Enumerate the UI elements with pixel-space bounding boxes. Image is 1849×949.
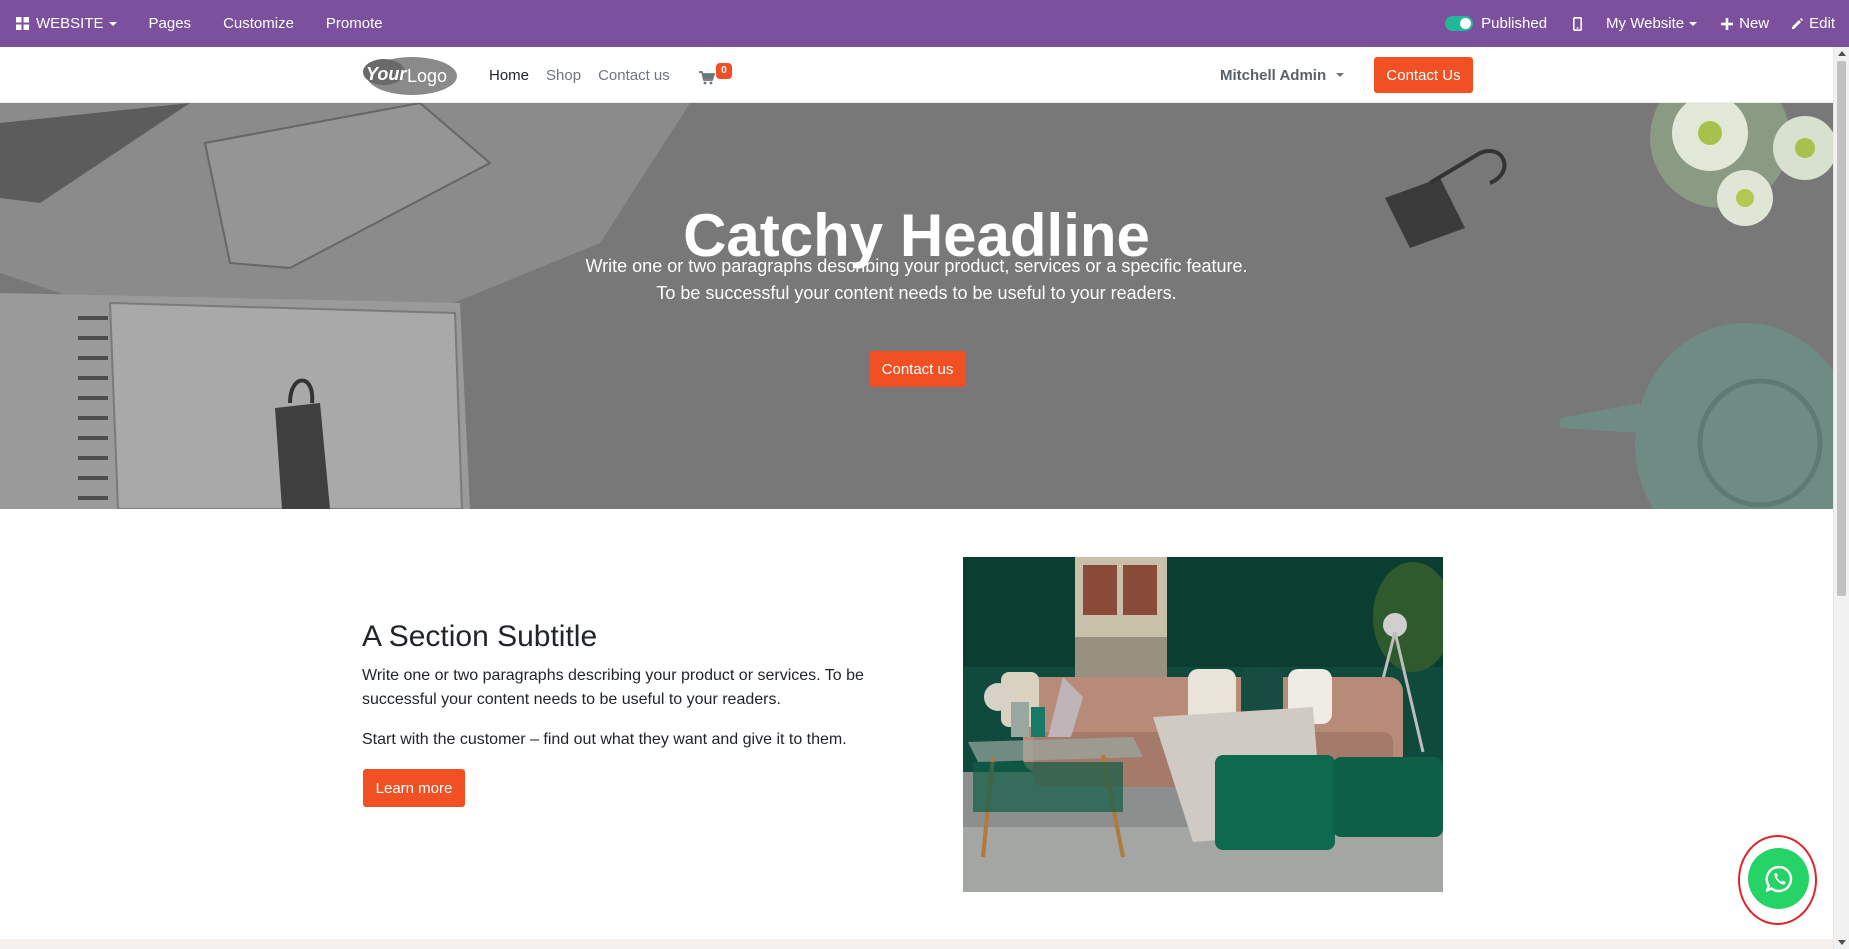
plus-icon [1721, 17, 1734, 30]
admin-bar: WEBSITE Pages Customize Promote Publishe… [0, 0, 1849, 47]
edit-label: Edit [1809, 15, 1835, 32]
chevron-down-icon [1689, 21, 1698, 26]
nav-link-shop[interactable]: Shop [546, 67, 581, 84]
cart-count-badge: 0 [716, 63, 732, 79]
hero-banner: Catchy Headline Write one or two paragra… [0, 103, 1833, 509]
user-menu[interactable]: Mitchell Admin [1220, 47, 1345, 103]
grid-icon [16, 17, 29, 30]
my-website-label: My Website [1606, 15, 1685, 32]
chevron-down-icon [1336, 73, 1345, 77]
nav-link-home[interactable]: Home [489, 67, 529, 84]
next-section-edge [0, 939, 1833, 949]
living-room-image [963, 557, 1443, 892]
page-scrollbar[interactable] [1833, 47, 1849, 949]
scroll-thumb[interactable] [1837, 61, 1846, 596]
new-button[interactable]: New [1709, 0, 1781, 47]
edit-button[interactable]: Edit [1781, 0, 1849, 47]
scroll-down-arrow-icon[interactable] [1838, 940, 1846, 945]
svg-text:Logo: Logo [407, 66, 447, 86]
published-toggle[interactable]: Published [1429, 0, 1561, 47]
scroll-up-arrow-icon[interactable] [1838, 51, 1846, 56]
website-menu-label: WEBSITE [36, 15, 104, 32]
site-logo[interactable]: Your Logo [362, 55, 458, 96]
learn-more-button[interactable]: Learn more [363, 769, 465, 807]
section-paragraph-1: Write one or two paragraphs describing y… [362, 667, 864, 708]
svg-text:Your: Your [366, 64, 407, 84]
cart-link[interactable]: 0 [699, 63, 733, 88]
hero-contact-button[interactable]: Contact us [869, 351, 966, 387]
pages-menu[interactable]: Pages [133, 0, 208, 47]
customize-menu[interactable]: Customize [207, 0, 310, 47]
pencil-icon [1792, 17, 1804, 29]
contact-us-header-button[interactable]: Contact Us [1374, 57, 1473, 93]
chevron-down-icon [108, 21, 117, 26]
nav-link-contact[interactable]: Contact us [598, 67, 670, 84]
hero-text: Write one or two paragraphs describing y… [0, 253, 1833, 307]
new-label: New [1739, 15, 1770, 32]
my-website-menu[interactable]: My Website [1594, 0, 1709, 47]
hero-text-line-2: To be successful your content needs to b… [656, 283, 1177, 303]
website-menu[interactable]: WEBSITE [0, 0, 133, 47]
site-navbar: Your Logo Home Shop Contact us 0 Mitchel… [0, 47, 1833, 103]
nav-links: Home Shop Contact us [489, 47, 687, 103]
mobile-preview-button[interactable] [1561, 0, 1594, 47]
user-name: Mitchell Admin [1220, 66, 1327, 84]
toggle-switch[interactable] [1445, 16, 1474, 31]
cart-icon [699, 71, 715, 85]
published-label: Published [1481, 15, 1548, 32]
mobile-icon [1573, 16, 1583, 31]
section-subtitle: A Section Subtitle [362, 620, 598, 653]
hero-text-line-1: Write one or two paragraphs describing y… [585, 256, 1248, 276]
whatsapp-chat-button[interactable] [1748, 848, 1809, 909]
living-room-illustration [963, 557, 1443, 892]
whatsapp-icon [1765, 865, 1792, 892]
section-paragraph-2: Start with the customer – find out what … [362, 731, 847, 748]
logo-image: Your Logo [363, 57, 457, 95]
promote-menu[interactable]: Promote [310, 0, 399, 47]
